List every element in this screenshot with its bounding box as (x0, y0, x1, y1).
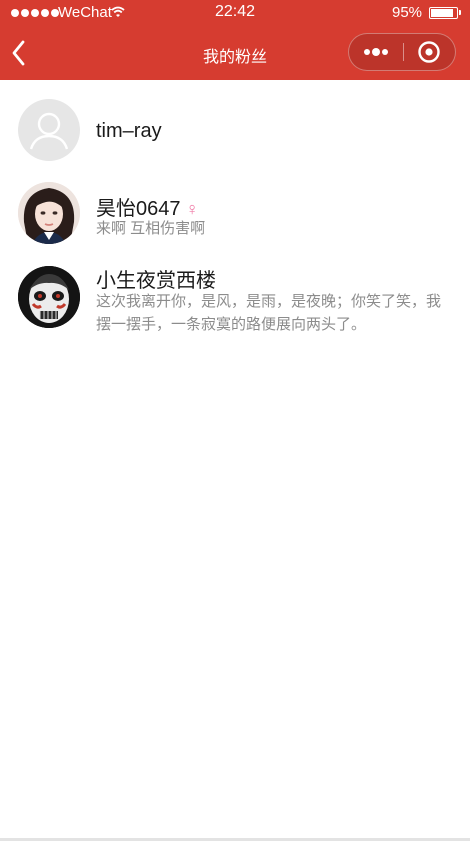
battery-fill (431, 9, 453, 17)
avatar-image (18, 182, 80, 244)
fan-name: 小生夜赏西楼 (96, 270, 216, 292)
fan-description: 来啊 互相伤害啊 (96, 220, 206, 237)
more-dots-icon (364, 48, 388, 56)
avatar (18, 266, 80, 328)
fan-description: 这次我离开你，是风，是雨，是夜晚；你笑了笑，我摆一摆手，一条寂寞的路便展向两头了… (96, 293, 442, 333)
avatar-image (18, 266, 80, 328)
mini-program-capsule (348, 33, 456, 71)
avatar (18, 182, 80, 244)
status-bar: WeChat 22:42 95% (0, 0, 470, 26)
avatar-placeholder (18, 99, 80, 161)
female-gender-icon: ♀ (185, 199, 200, 219)
target-close-icon (418, 41, 440, 63)
list-item[interactable]: tim–ray (0, 96, 470, 164)
fan-name: tim–ray (96, 120, 162, 142)
battery-tip (459, 10, 461, 15)
header-bar: WeChat 22:42 95% 我的粉丝 (0, 0, 470, 80)
more-button[interactable] (349, 34, 403, 70)
battery-icon (429, 7, 458, 19)
user-icon (19, 100, 79, 160)
list-item[interactable]: 小生夜赏西楼 这次我离开你，是风，是雨，是夜晚；你笑了笑，我摆一摆手，一条寂寞的… (0, 264, 470, 348)
battery-percent: 95% (392, 4, 423, 21)
close-button[interactable] (404, 34, 456, 70)
list-item[interactable]: 昊怡0647 ♀ 来啊 互相伤害啊 (0, 179, 470, 247)
